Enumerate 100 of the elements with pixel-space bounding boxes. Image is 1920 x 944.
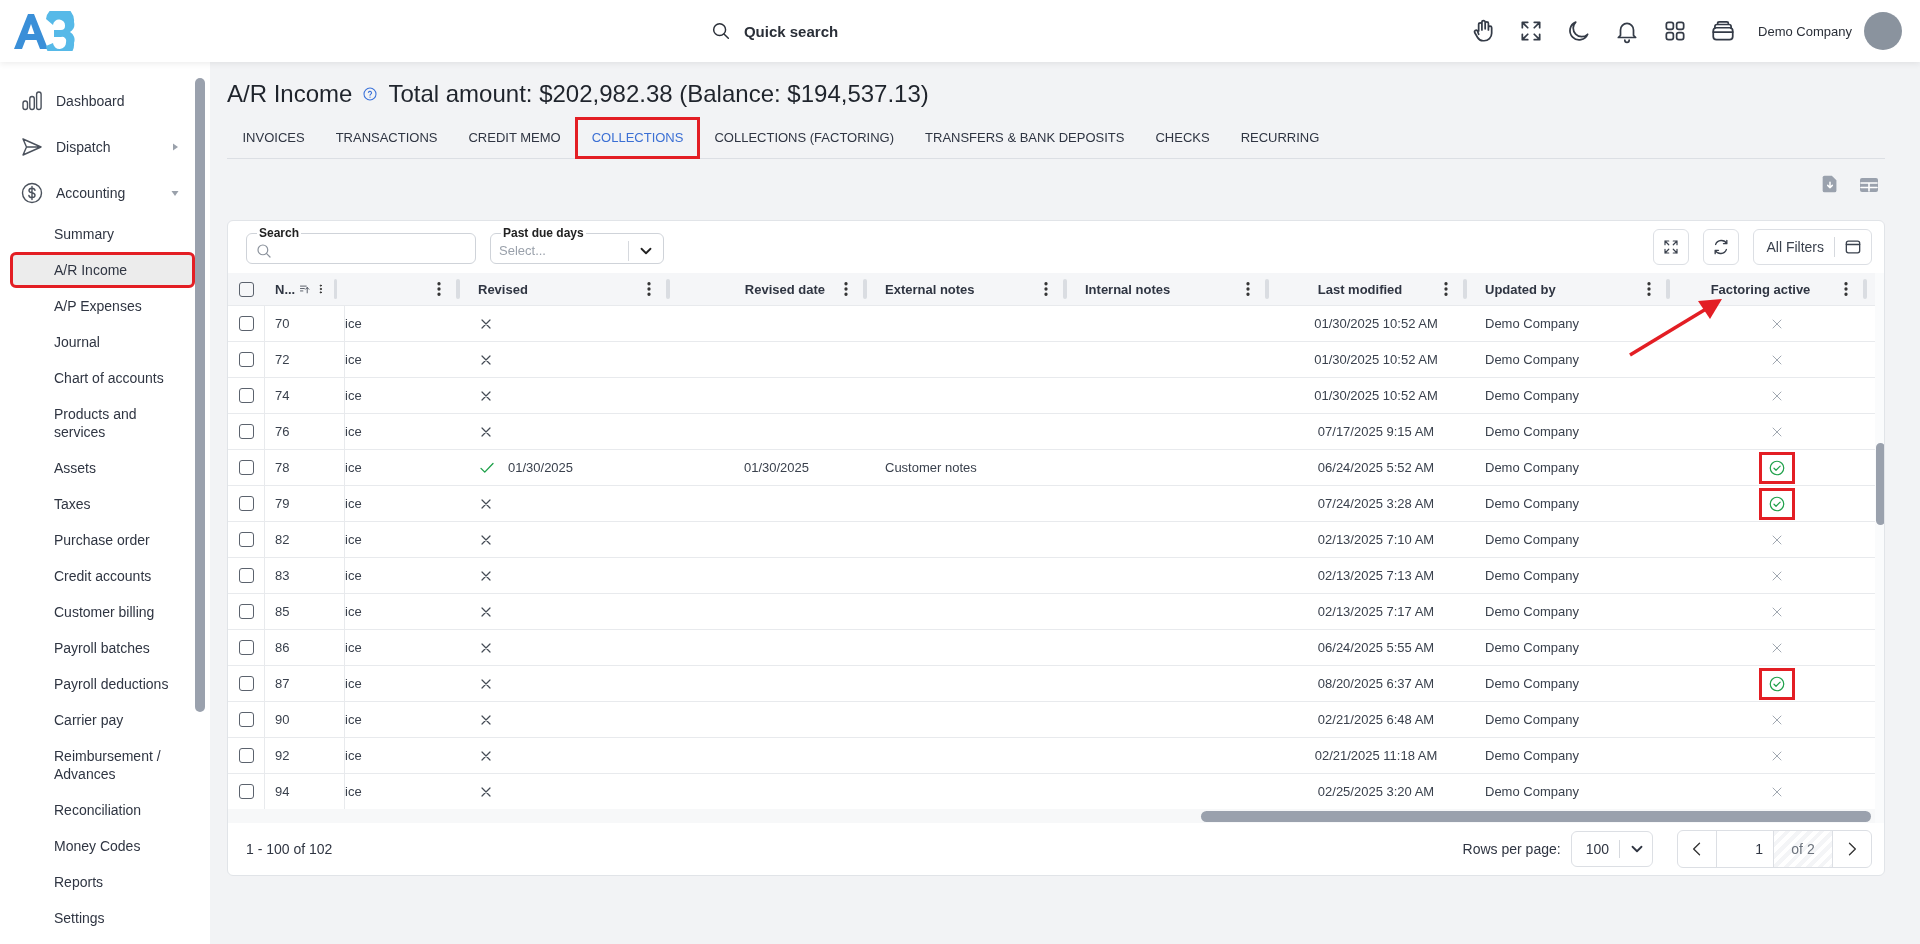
row-checkbox[interactable] <box>238 316 254 331</box>
table-cell: 02/21/2025 11:18 AM <box>1314 748 1438 763</box>
column-header[interactable]: Updated by <box>1475 273 1678 305</box>
sidebar-item[interactable]: Journal <box>10 324 194 360</box>
quick-search-button[interactable]: Quick search <box>703 14 845 48</box>
table-cell: 78 <box>275 460 290 475</box>
table-cell: ice <box>345 532 362 547</box>
sidebar-item[interactable]: Dashboard <box>0 78 195 124</box>
table-cell: 82 <box>275 532 290 547</box>
column-header[interactable]: Factoring active <box>1678 273 1875 305</box>
column-header[interactable]: Internal notes <box>1075 273 1277 305</box>
tab[interactable]: INVOICES <box>227 118 321 158</box>
sidebar-item[interactable]: Credit accounts <box>10 558 194 594</box>
sidebar-item[interactable]: A/P Expenses <box>10 288 194 324</box>
tab[interactable]: CHECKS <box>1139 118 1226 158</box>
sidebar-item[interactable]: Taxes <box>10 486 194 522</box>
table-cell: 92 <box>275 748 290 763</box>
tab[interactable]: RECURRING <box>1225 118 1335 158</box>
table-cell: 85 <box>275 604 290 619</box>
pagination-range: 1 - 100 of 102 <box>246 841 333 857</box>
sidebar-item[interactable]: Carrier pay <box>10 702 194 738</box>
table-cell: Demo Company <box>1485 712 1579 727</box>
row-checkbox[interactable] <box>238 748 254 763</box>
table-cell: ice <box>345 496 362 511</box>
logo-icon[interactable] <box>12 11 78 51</box>
search-field[interactable]: Search <box>246 228 476 264</box>
help-icon[interactable] <box>362 86 379 102</box>
expand-icon <box>1662 238 1681 256</box>
column-header[interactable]: Last modified <box>1277 273 1475 305</box>
sidebar-item[interactable]: Customer billing <box>10 594 194 630</box>
column-header[interactable]: External notes <box>875 273 1075 305</box>
tab[interactable]: TRANSFERS & BANK DEPOSITS <box>909 118 1140 158</box>
refresh-button[interactable] <box>1703 229 1740 265</box>
sidebar-item[interactable]: Summary <box>10 216 194 252</box>
total-amount: Total amount: $202,982.38 (Balance: $194,537.13) <box>388 80 929 108</box>
row-checkbox[interactable] <box>238 568 254 583</box>
table-cell: ice <box>345 424 362 439</box>
row-checkbox[interactable] <box>238 460 254 475</box>
tab[interactable]: COLLECTIONS (FACTORING) <box>698 118 910 158</box>
sidebar-item[interactable]: Accounting <box>0 170 195 216</box>
tab[interactable]: COLLECTIONS <box>576 118 699 158</box>
tab[interactable]: CREDIT MEMO <box>452 118 577 158</box>
row-checkbox[interactable] <box>238 784 254 799</box>
page-count: of 2 <box>1774 831 1833 867</box>
row-checkbox[interactable] <box>238 352 254 367</box>
column-title: Revised date <box>744 281 825 297</box>
sidebar-item[interactable]: Payroll batches <box>10 630 194 666</box>
table-cell: ice <box>345 604 362 619</box>
stack-icon[interactable] <box>1710 18 1737 44</box>
company-name: Demo Company <box>1758 23 1852 39</box>
table-cell: 01/30/2025 10:52 AM <box>1314 388 1438 403</box>
column-header[interactable]: Revised date <box>678 273 875 305</box>
sidebar-item[interactable]: Dispatch <box>0 124 195 170</box>
row-checkbox[interactable] <box>238 424 254 439</box>
table-cell: ice <box>345 748 362 763</box>
row-checkbox[interactable] <box>238 532 254 547</box>
sidebar-item[interactable]: Purchase order <box>10 522 194 558</box>
all-filters-button[interactable]: All Filters <box>1753 229 1872 265</box>
table-cell: 06/24/2025 5:55 AM <box>1317 640 1435 655</box>
row-checkbox[interactable] <box>238 496 254 511</box>
sidebar-item[interactable]: Settings <box>10 900 194 936</box>
table-cell: ice <box>345 640 362 655</box>
scrollbar-thumb[interactable] <box>1201 810 1871 822</box>
row-checkbox[interactable] <box>238 604 254 619</box>
scrollbar-thumb[interactable] <box>195 78 205 712</box>
sidebar-item[interactable]: Products and services <box>10 396 194 450</box>
table-cell: 06/24/2025 5:52 AM <box>1317 460 1435 475</box>
past-due-days-select[interactable]: Past due days Select... <box>490 228 664 264</box>
fullscreen-button[interactable] <box>1653 229 1690 265</box>
table-cell: Demo Company <box>1485 604 1579 619</box>
rows-per-page-select[interactable]: 100 <box>1570 831 1653 867</box>
sidebar-item[interactable]: Reports <box>10 864 194 900</box>
scrollbar-thumb[interactable] <box>1876 443 1884 525</box>
sidebar-item[interactable]: Money Codes <box>10 828 194 864</box>
table-cell: ice <box>345 712 362 727</box>
search-icon <box>255 241 273 260</box>
tab[interactable]: TRANSACTIONS <box>320 118 453 158</box>
sidebar-item[interactable]: Chart of accounts <box>10 360 194 396</box>
table-cell: Demo Company <box>1485 784 1579 799</box>
sidebar-item[interactable]: Reconciliation <box>10 792 194 828</box>
table-cell: 86 <box>275 640 290 655</box>
table-cell: 07/17/2025 9:15 AM <box>1317 424 1435 439</box>
sidebar-item[interactable]: Payroll deductions <box>10 666 194 702</box>
sidebar-item[interactable]: Assets <box>10 450 194 486</box>
table-cell: 01/30/2025 10:52 AM <box>1314 352 1438 367</box>
table-cell: Demo Company <box>1485 388 1579 403</box>
avatar[interactable] <box>1864 12 1902 50</box>
column-title: Internal notes <box>1085 281 1171 297</box>
column-header[interactable]: N... <box>265 273 345 305</box>
sidebar-item[interactable]: A/R Income <box>10 252 195 288</box>
row-checkbox[interactable] <box>238 712 254 727</box>
table-cell: Demo Company <box>1485 316 1579 331</box>
column-header[interactable]: Revised <box>468 273 678 305</box>
table-cell: ice <box>345 676 362 691</box>
sidebar-item[interactable]: Reimbursement / Advances <box>10 738 194 792</box>
row-checkbox[interactable] <box>238 676 254 691</box>
row-checkbox[interactable] <box>238 640 254 655</box>
row-checkbox[interactable] <box>238 388 254 403</box>
table-cell: 02/13/2025 7:17 AM <box>1317 604 1435 619</box>
select-all-checkbox[interactable] <box>239 281 254 297</box>
